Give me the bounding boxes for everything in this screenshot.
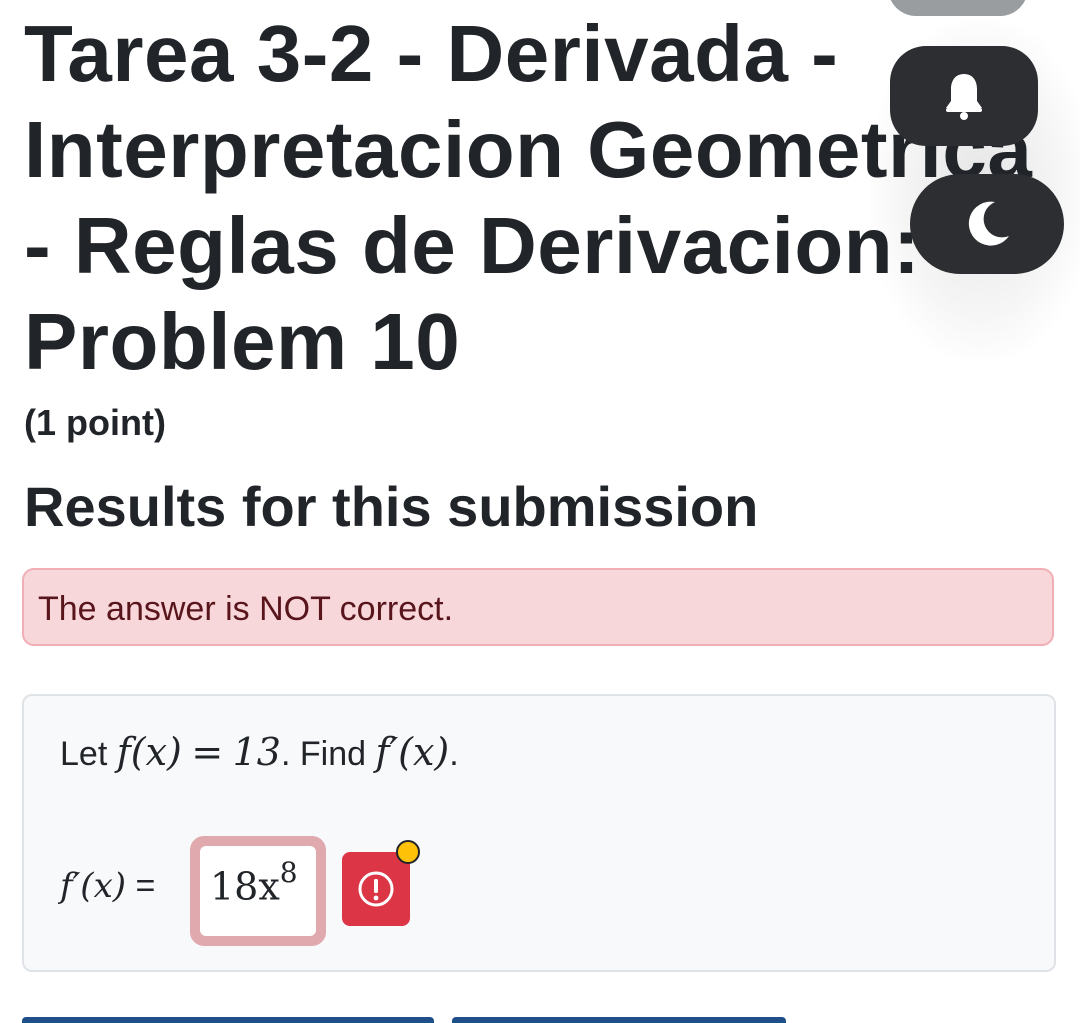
bell-icon	[946, 74, 982, 120]
problem-card: Let f(x) = 13. Find f′(x). f′(x) = 18x8	[22, 694, 1056, 972]
floating-pill-button[interactable]	[888, 0, 1028, 16]
problem-statement: Let f(x) = 13. Find f′(x).	[60, 730, 459, 774]
result-alert: The answer is NOT correct.	[22, 568, 1054, 646]
exclamation-circle-icon	[358, 871, 394, 907]
alert-text: The answer is NOT correct.	[38, 590, 454, 628]
incorrect-feedback-button[interactable]	[342, 852, 410, 926]
page: Tarea 3-2 - Derivada - Interpretacion Ge…	[0, 0, 1080, 1023]
results-heading: Results for this submission	[24, 475, 759, 538]
answer-input[interactable]: 18x8	[190, 836, 326, 946]
bottom-nav-button[interactable]	[452, 1017, 786, 1023]
answer-input-value[interactable]: 18x8	[200, 846, 316, 936]
answer-exponent: 8	[279, 856, 298, 889]
function-value: 13	[232, 730, 281, 774]
answer-label: f′(x) =	[60, 866, 155, 906]
answer-base: 18x	[210, 864, 280, 909]
points-value: (1 point)	[24, 402, 166, 443]
title-line: - Reglas de Derivacion:	[24, 201, 921, 290]
function-expression: f(x)	[116, 730, 182, 774]
period: .	[449, 735, 459, 773]
dark-mode-toggle[interactable]	[910, 174, 1064, 274]
answer-label-math: f′(x)	[60, 866, 127, 906]
answer-row: f′(x) = 18x8	[60, 836, 460, 946]
title-line: Problem 10	[24, 297, 461, 386]
bottom-nav-button[interactable]	[22, 1017, 434, 1023]
moon-icon	[968, 201, 1009, 246]
derivative-expression: f′(x)	[375, 730, 450, 774]
notification-dot-icon	[396, 840, 420, 864]
answer-equals: =	[135, 867, 156, 905]
notifications-button[interactable]	[890, 46, 1038, 146]
let-text: Let	[60, 735, 108, 773]
equals-sign: =	[191, 730, 224, 774]
find-text: . Find	[280, 735, 367, 773]
